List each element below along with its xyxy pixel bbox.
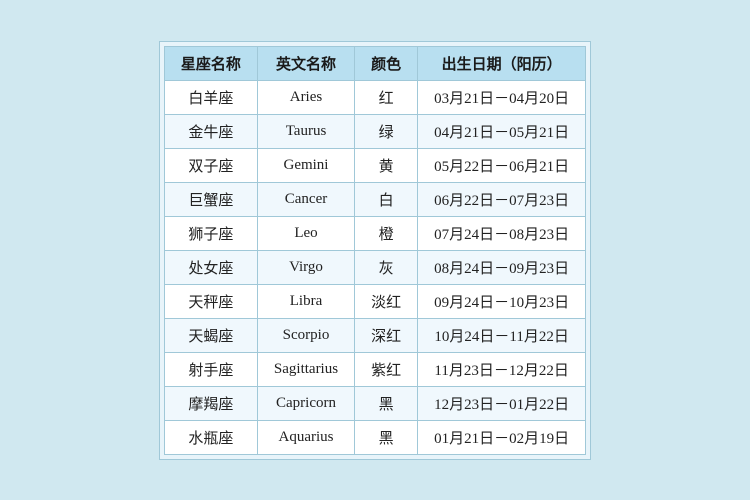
table-cell: 红 [355,80,418,114]
table-row: 狮子座Leo橙07月24日－08月23日 [164,216,585,250]
table-cell: 淡红 [355,284,418,318]
column-header: 出生日期（阳历） [418,46,586,80]
table-cell: 10月24日－11月22日 [418,318,586,352]
table-cell: Aries [257,80,354,114]
table-header-row: 星座名称英文名称颜色出生日期（阳历） [164,46,585,80]
table-cell: 12月23日－01月22日 [418,386,586,420]
table-row: 白羊座Aries红03月21日－04月20日 [164,80,585,114]
table-cell: 11月23日－12月22日 [418,352,586,386]
table-cell: 黑 [355,420,418,454]
table-cell: 白羊座 [164,80,257,114]
column-header: 英文名称 [257,46,354,80]
table-cell: Cancer [257,182,354,216]
table-cell: Leo [257,216,354,250]
table-cell: Scorpio [257,318,354,352]
table-cell: 09月24日－10月23日 [418,284,586,318]
column-header: 星座名称 [164,46,257,80]
table-cell: Taurus [257,114,354,148]
table-row: 金牛座Taurus绿04月21日－05月21日 [164,114,585,148]
table-cell: 深红 [355,318,418,352]
table-row: 天秤座Libra淡红09月24日－10月23日 [164,284,585,318]
table-cell: 天秤座 [164,284,257,318]
column-header: 颜色 [355,46,418,80]
table-row: 处女座Virgo灰08月24日－09月23日 [164,250,585,284]
table-cell: 07月24日－08月23日 [418,216,586,250]
table-cell: 灰 [355,250,418,284]
table-row: 天蝎座Scorpio深红10月24日－11月22日 [164,318,585,352]
table-cell: Capricorn [257,386,354,420]
table-cell: 处女座 [164,250,257,284]
table-row: 射手座Sagittarius紫红11月23日－12月22日 [164,352,585,386]
table-cell: 巨蟹座 [164,182,257,216]
table-cell: 紫红 [355,352,418,386]
table-cell: 08月24日－09月23日 [418,250,586,284]
table-cell: 05月22日－06月21日 [418,148,586,182]
table-cell: Libra [257,284,354,318]
table-cell: Gemini [257,148,354,182]
table-cell: 01月21日－02月19日 [418,420,586,454]
table-cell: 双子座 [164,148,257,182]
table-row: 水瓶座Aquarius黑01月21日－02月19日 [164,420,585,454]
table-cell: 03月21日－04月20日 [418,80,586,114]
table-cell: 04月21日－05月21日 [418,114,586,148]
table-cell: 白 [355,182,418,216]
table-row: 双子座Gemini黄05月22日－06月21日 [164,148,585,182]
table-cell: 摩羯座 [164,386,257,420]
table-cell: 金牛座 [164,114,257,148]
table-cell: 射手座 [164,352,257,386]
table-cell: 天蝎座 [164,318,257,352]
table-cell: Aquarius [257,420,354,454]
table-cell: 狮子座 [164,216,257,250]
table-cell: 水瓶座 [164,420,257,454]
table-cell: 绿 [355,114,418,148]
table-row: 巨蟹座Cancer白06月22日－07月23日 [164,182,585,216]
table-cell: Sagittarius [257,352,354,386]
zodiac-table: 星座名称英文名称颜色出生日期（阳历） 白羊座Aries红03月21日－04月20… [164,46,586,455]
table-cell: 橙 [355,216,418,250]
table-row: 摩羯座Capricorn黑12月23日－01月22日 [164,386,585,420]
table-container: 星座名称英文名称颜色出生日期（阳历） 白羊座Aries红03月21日－04月20… [159,41,591,460]
table-cell: 黑 [355,386,418,420]
table-cell: Virgo [257,250,354,284]
table-cell: 黄 [355,148,418,182]
table-cell: 06月22日－07月23日 [418,182,586,216]
